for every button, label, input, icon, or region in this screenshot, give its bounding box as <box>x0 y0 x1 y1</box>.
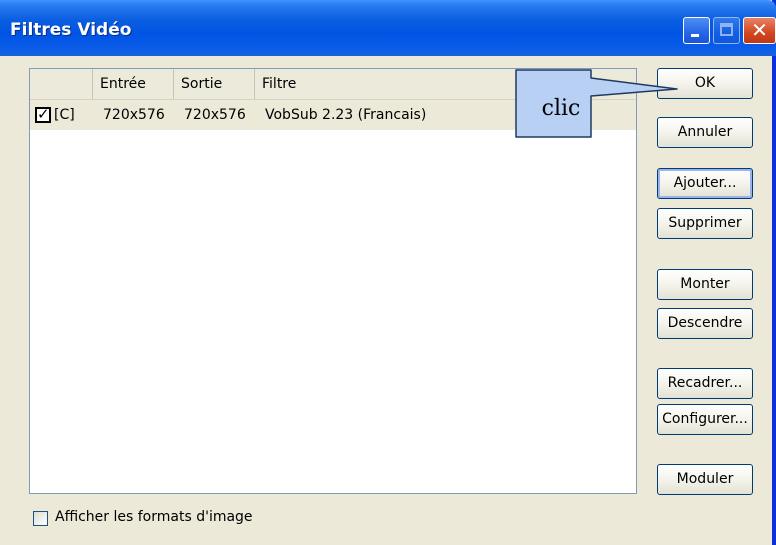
show-formats-checkbox[interactable] <box>33 511 48 526</box>
column-header-input[interactable]: Entrée <box>93 69 174 99</box>
cancel-button[interactable]: Annuler <box>657 117 753 148</box>
configure-button[interactable]: Configurer... <box>657 404 753 435</box>
filter-enabled-checkbox[interactable]: ✓ <box>35 105 51 123</box>
show-formats-label[interactable]: Afficher les formats d'image <box>55 509 253 525</box>
ok-button[interactable]: OK <box>657 68 753 99</box>
minimize-button[interactable] <box>683 17 710 44</box>
filter-flag: [C] <box>54 107 75 123</box>
maximize-icon <box>720 23 733 36</box>
callout-text: clic <box>541 96 581 121</box>
blend-button[interactable]: Moduler <box>657 464 753 495</box>
column-header-filter[interactable]: Filtre <box>255 69 636 99</box>
delete-button[interactable]: Supprimer <box>657 208 753 239</box>
maximize-button <box>713 17 740 44</box>
move-down-button[interactable]: Descendre <box>657 308 753 339</box>
output-size: 720x576 <box>184 107 246 123</box>
title-bar[interactable]: Filtres Vidéo ✕ <box>0 0 776 56</box>
move-up-button[interactable]: Monter <box>657 269 753 300</box>
checkmark-icon: ✓ <box>37 105 50 123</box>
filters-dialog: Filtres Vidéo ✕ Entrée Sortie Filtre ✓ [… <box>0 0 776 545</box>
close-icon: ✕ <box>751 18 768 42</box>
column-header-output[interactable]: Sortie <box>174 69 255 99</box>
add-button[interactable]: Ajouter... <box>657 168 753 199</box>
column-header-enabled[interactable] <box>30 69 93 99</box>
window-title: Filtres Vidéo <box>10 20 132 40</box>
filter-name: VobSub 2.23 (Francais) <box>265 107 427 123</box>
input-size: 720x576 <box>103 107 165 123</box>
close-button[interactable]: ✕ <box>743 17 776 44</box>
minimize-icon <box>691 34 699 37</box>
crop-button[interactable]: Recadrer... <box>657 368 753 399</box>
filter-list[interactable]: Entrée Sortie Filtre ✓ [C] 720x576 720x5… <box>29 68 637 494</box>
